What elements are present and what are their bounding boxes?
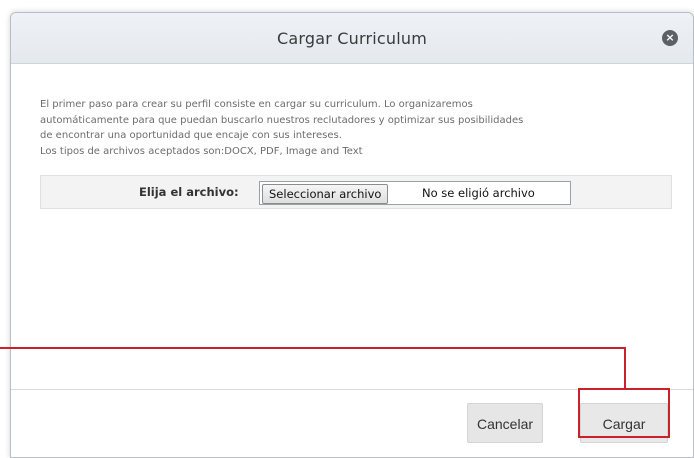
dialog-body: El primer paso para crear su perfil cons… <box>11 64 693 389</box>
screenshot-stage: Cargar Curriculum × El primer paso para … <box>0 0 694 458</box>
dialog-header: Cargar Curriculum × <box>11 13 693 64</box>
upload-button-highlight <box>578 388 670 438</box>
dialog-title: Cargar Curriculum <box>276 29 428 48</box>
instructions-line: automáticamente para que puedan buscarlo… <box>40 114 524 126</box>
file-picker-label: Elija el archivo: <box>139 185 239 199</box>
choose-file-button[interactable]: Seleccionar archivo <box>262 184 389 204</box>
instructions-line: de encontrar una oportunidad que encaje … <box>40 130 342 141</box>
file-input[interactable]: Seleccionar archivo No se eligió archivo <box>259 181 571 205</box>
file-status-text: No se eligió archivo <box>422 186 535 200</box>
accepted-file-types: Los tipos de archivos aceptados son:DOCX… <box>40 145 363 157</box>
cancel-button[interactable]: Cancelar <box>467 403 543 443</box>
callout-line-horizontal <box>0 347 626 349</box>
callout-line-vertical <box>624 347 626 389</box>
instructions-text: El primer paso para crear su perfil cons… <box>40 97 680 159</box>
instructions-line: El primer paso para crear su perfil cons… <box>40 99 473 110</box>
close-icon[interactable]: × <box>662 30 678 46</box>
file-picker-row: Elija el archivo: Seleccionar archivo No… <box>40 175 672 209</box>
